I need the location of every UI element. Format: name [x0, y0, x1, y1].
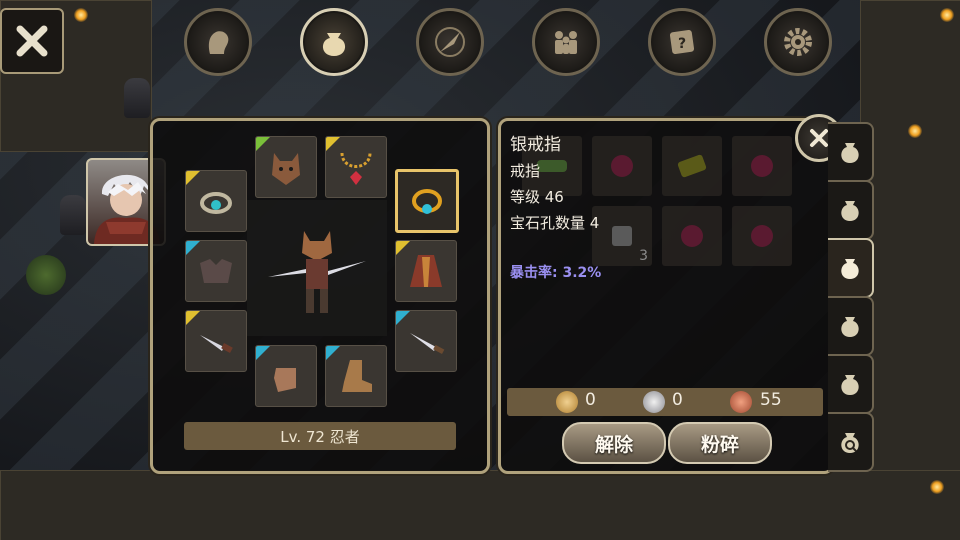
- gem-icon: [611, 155, 633, 177]
- item-type: 戒指: [510, 162, 541, 180]
- equip-slot-shoulder[interactable]: [185, 240, 247, 302]
- bundle-icon: [677, 154, 707, 178]
- inventory-slot[interactable]: [732, 206, 792, 266]
- copper-coin-icon: [730, 391, 752, 413]
- bag-icon: [841, 201, 859, 221]
- dagger-icon: [200, 335, 233, 353]
- rarity-corner: [326, 137, 340, 151]
- equip-slot-head[interactable]: [255, 136, 317, 198]
- rarity-corner: [396, 241, 410, 255]
- tab-skills[interactable]: [416, 8, 484, 76]
- svg-text:?: ?: [678, 36, 686, 52]
- character-level-bar: Lv. 72 忍者: [184, 422, 456, 450]
- inventory-slot[interactable]: [662, 206, 722, 266]
- torch-light: [940, 8, 954, 22]
- close-icon: [16, 25, 48, 57]
- tab-settings[interactable]: [764, 8, 832, 76]
- inventory-slot[interactable]: 3: [592, 206, 652, 266]
- equip-slot-necklace[interactable]: [325, 136, 387, 198]
- bag-tab-1[interactable]: [828, 122, 874, 182]
- equip-slot-ring-left[interactable]: [185, 170, 247, 232]
- close-menu-button[interactable]: [0, 8, 64, 74]
- people-icon: [555, 31, 577, 54]
- ninja-character-sprite: [268, 231, 366, 313]
- equip-slot-gloves[interactable]: [255, 345, 317, 407]
- rarity-corner: [186, 171, 200, 185]
- torch-light: [908, 124, 922, 138]
- rarity-corner: [186, 311, 200, 325]
- gold-coin-icon: [556, 391, 578, 413]
- scroll-icon: ?: [669, 29, 695, 55]
- silver-coin-icon: [643, 391, 665, 413]
- unequip-button[interactable]: 解除: [562, 422, 666, 464]
- bag-icon: [322, 33, 346, 56]
- equip-slot-weapon-right[interactable]: [395, 310, 457, 372]
- tab-quests[interactable]: ?: [648, 8, 716, 76]
- die-icon: [612, 226, 632, 246]
- item-level: 等级 46: [510, 188, 564, 206]
- gem-icon: [681, 225, 703, 247]
- glove-icon: [274, 368, 296, 392]
- rarity-corner: [256, 137, 270, 151]
- wolf-helmet-icon: [272, 153, 300, 185]
- torch-light: [74, 8, 88, 22]
- dungeon-floor-edge: [0, 470, 960, 540]
- item-name: 银戒指: [510, 135, 561, 155]
- knife-icon: [410, 333, 445, 354]
- bag-tab-4[interactable]: [828, 296, 874, 356]
- inventory-slot[interactable]: [592, 136, 652, 196]
- gear-icon: [784, 28, 812, 56]
- inventory-slot[interactable]: [662, 136, 722, 196]
- bag-icon: [841, 259, 859, 279]
- head-icon: [208, 31, 229, 54]
- bag-tab-2[interactable]: [828, 180, 874, 240]
- rarity-corner: [326, 346, 340, 360]
- cloak-icon: [410, 255, 442, 287]
- bag-tab-5[interactable]: [828, 354, 874, 414]
- silver-amount: 0: [672, 390, 683, 410]
- bag-icon: [841, 317, 859, 337]
- rarity-corner: [256, 346, 270, 360]
- inventory-slot[interactable]: [732, 136, 792, 196]
- equip-slot-ring-right[interactable]: [395, 169, 459, 233]
- bag-search-icon: [841, 433, 859, 453]
- gem-icon: [751, 225, 773, 247]
- smash-button[interactable]: 粉碎: [668, 422, 772, 464]
- tab-inventory[interactable]: [300, 8, 368, 76]
- armor-icon: [200, 259, 232, 283]
- ring-icon: [200, 192, 232, 214]
- equip-slot-weapon-left[interactable]: [185, 310, 247, 372]
- npc-sprite: [60, 195, 86, 235]
- rarity-corner: [186, 241, 200, 255]
- necklace-icon: [340, 152, 372, 185]
- rarity-corner: [396, 311, 410, 325]
- gold-ring-icon: [412, 189, 442, 214]
- potted-plant: [26, 255, 66, 295]
- bag-icon: [841, 143, 859, 163]
- tab-party[interactable]: [532, 8, 600, 76]
- boot-icon: [342, 360, 372, 392]
- gem-icon: [751, 155, 773, 177]
- bag-icon: [841, 375, 859, 395]
- equip-slot-boots[interactable]: [325, 345, 387, 407]
- npc-sprite: [124, 78, 150, 118]
- scroll-item-icon: [537, 160, 567, 172]
- stack-count: 3: [639, 248, 648, 264]
- copper-amount: 55: [760, 390, 782, 410]
- equip-slot-cloak[interactable]: [395, 240, 457, 302]
- gold-amount: 0: [585, 390, 596, 410]
- bag-search-tab[interactable]: [828, 412, 874, 472]
- bag-tab-3[interactable]: [828, 238, 874, 298]
- item-stat-crit: 暴击率: 3.2%: [510, 265, 602, 281]
- item-gem-slots: 宝石孔数量 4: [510, 214, 600, 232]
- close-icon: [810, 129, 828, 147]
- torch-light: [930, 480, 944, 494]
- dungeon-wall: [860, 0, 960, 540]
- character-model-preview: [247, 200, 387, 336]
- compass-icon: [435, 27, 465, 57]
- tab-character[interactable]: [184, 8, 252, 76]
